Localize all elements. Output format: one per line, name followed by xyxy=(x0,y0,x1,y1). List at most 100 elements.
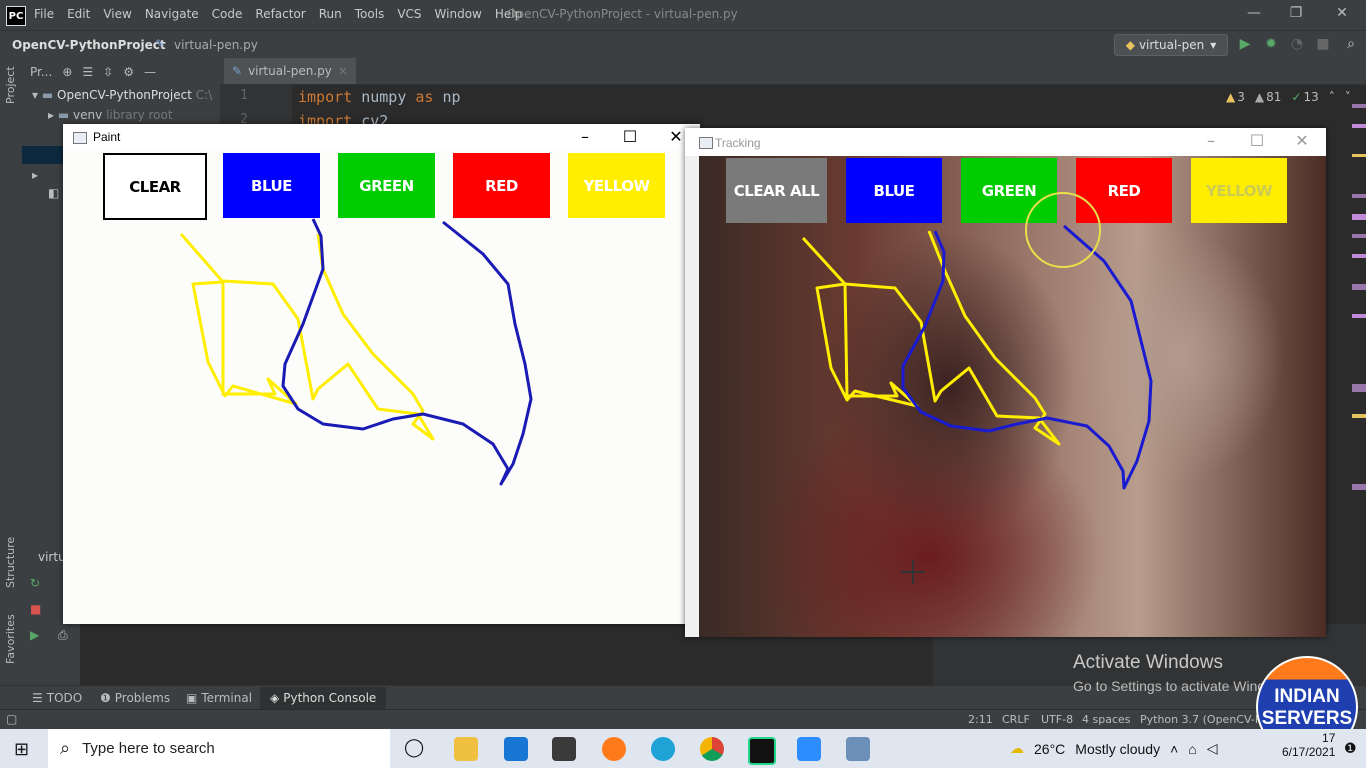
code-line[interactable]: import numpy as np xyxy=(298,88,461,106)
network-icon[interactable]: ⌂ xyxy=(1188,741,1196,757)
line-separator[interactable]: CRLF xyxy=(1002,713,1030,726)
run-configuration-select[interactable]: ◆ virtual-pen ▾ xyxy=(1114,34,1228,56)
windows-start-icon[interactable]: ⊞ xyxy=(14,739,29,760)
python-console-tab[interactable]: ◈ Python Console xyxy=(260,687,387,709)
menu-run[interactable]: Run xyxy=(319,7,342,21)
breadcrumb-file[interactable]: virtual-pen.py xyxy=(174,38,258,52)
favorites-tool-tab[interactable]: Favorites xyxy=(4,614,17,664)
clock[interactable]: 17 6/17/2021 xyxy=(1282,731,1335,759)
search-everywhere-icon[interactable]: ⌕ xyxy=(1342,36,1360,54)
run-icon[interactable]: ▶ xyxy=(1236,36,1254,54)
menu-edit[interactable]: Edit xyxy=(67,7,90,21)
typo-count: 13 xyxy=(1303,90,1319,104)
menu-code[interactable]: Code xyxy=(212,7,243,21)
chevron-up-icon[interactable]: ˄ xyxy=(1170,741,1178,757)
maximize-icon[interactable]: ☐ xyxy=(1237,130,1277,152)
paint-window: Paint – ☐ ✕ CLEAR BLUE GREEN RED YELLOW xyxy=(63,124,700,624)
pycharm-taskbar-icon[interactable] xyxy=(748,737,776,765)
caret-position[interactable]: 2:11 xyxy=(968,713,993,726)
volume-icon[interactable]: ◁ xyxy=(1207,740,1218,757)
settings-gear-icon[interactable]: ⚙ xyxy=(123,65,134,79)
print-icon[interactable]: ⎙ xyxy=(58,628,68,643)
tree-item-venv[interactable]: ▸ ▬ venv library root xyxy=(48,108,173,122)
minimize-icon[interactable]: — xyxy=(1244,5,1264,25)
chevron-down-icon: ▾ xyxy=(32,88,39,102)
taskbar-search[interactable]: ⌕ Type here to search xyxy=(48,729,390,768)
code-token: import xyxy=(298,88,353,106)
window-app-icon xyxy=(699,137,713,149)
minimize-icon[interactable]: – xyxy=(1191,130,1231,152)
weak-warning-count: 81 xyxy=(1266,90,1282,104)
file-explorer-icon[interactable] xyxy=(454,737,478,761)
tree-item-project-root[interactable]: ▾ ▬ OpenCV-PythonProject C:\ xyxy=(32,88,212,102)
notifications-icon[interactable]: ❶ xyxy=(1344,741,1357,757)
rerun-icon[interactable]: ↻ xyxy=(30,576,40,590)
tracking-title: Tracking xyxy=(715,136,761,150)
menu-tools[interactable]: Tools xyxy=(355,7,385,21)
file-encoding[interactable]: UTF-8 xyxy=(1041,713,1073,726)
store-icon[interactable] xyxy=(552,737,576,761)
problems-tab[interactable]: ❶ Problems xyxy=(100,691,170,705)
tracking-overlay xyxy=(801,192,1153,584)
close-icon[interactable]: ✕ xyxy=(1332,5,1352,25)
console-tab[interactable]: virtu xyxy=(38,550,66,564)
paint-canvas[interactable] xyxy=(63,124,700,624)
python-interpreter[interactable]: Python 3.7 (OpenCV-P xyxy=(1140,713,1261,726)
hide-icon[interactable]: — xyxy=(144,65,156,79)
tab-label: Python Console xyxy=(283,691,377,705)
run-icon[interactable]: ▶ xyxy=(30,628,39,642)
clock-date: 6/17/2021 xyxy=(1282,745,1336,759)
structure-tool-tab[interactable]: Structure xyxy=(4,537,17,588)
edge-icon[interactable] xyxy=(651,737,675,761)
pen-tracker-ring xyxy=(1025,192,1101,268)
project-view-select[interactable]: Pr... xyxy=(30,65,52,79)
crosshair-cursor-icon xyxy=(901,560,925,584)
weather-text[interactable]: Mostly cloudy xyxy=(1075,741,1160,757)
todo-tab[interactable]: ☰ TODO xyxy=(32,691,82,705)
layout-icon[interactable]: ▢ xyxy=(6,712,17,726)
debug-icon[interactable]: ✹ xyxy=(1262,36,1280,54)
weather-icon[interactable]: ☁ xyxy=(1010,740,1024,757)
tree-item-external[interactable]: ▸ xyxy=(32,168,38,182)
tab-virtual-pen[interactable]: ✎ virtual-pen.py × xyxy=(224,58,356,84)
inspection-widget[interactable]: ▲ 3 ▲ 81 ✓ 13 ˄ ˅ xyxy=(1226,90,1351,104)
coverage-icon[interactable]: ◔ xyxy=(1288,36,1306,54)
menu-navigate[interactable]: Navigate xyxy=(145,7,199,21)
search-placeholder: Type here to search xyxy=(82,740,215,757)
target-icon[interactable]: ⊕ xyxy=(62,65,72,79)
error-stripe[interactable] xyxy=(1350,84,1366,524)
menu-refactor[interactable]: Refactor xyxy=(255,7,305,21)
chevron-up-icon[interactable]: ˄ xyxy=(1329,90,1335,104)
logo-line: SERVERS xyxy=(1261,708,1353,729)
close-icon[interactable]: ✕ xyxy=(1282,130,1322,152)
tree-item-scratches[interactable]: ◧ xyxy=(48,186,59,200)
stop-icon[interactable]: ■ xyxy=(30,602,41,616)
breadcrumb-project[interactable]: OpenCV-PythonProject xyxy=(12,38,166,52)
weather-temp[interactable]: 26°C xyxy=(1034,741,1065,757)
menu-window[interactable]: Window xyxy=(435,7,482,21)
terminal-icon: ▣ xyxy=(186,691,198,705)
expand-icon[interactable]: ⇳ xyxy=(103,65,113,79)
clock-time: 17 xyxy=(1322,731,1336,745)
python-app-icon[interactable] xyxy=(846,737,870,761)
mail-icon[interactable] xyxy=(504,737,528,761)
task-view-icon[interactable]: ◯ xyxy=(404,737,424,758)
menu-file[interactable]: File xyxy=(34,7,54,21)
restore-icon[interactable]: ❐ xyxy=(1286,5,1306,25)
chevron-right-icon: ▸ xyxy=(48,108,55,122)
navigation-bar: OpenCV-PythonProject ✎ virtual-pen.py ◆ … xyxy=(0,30,1366,60)
menu-view[interactable]: View xyxy=(103,7,131,21)
window-title: OpenCV-PythonProject - virtual-pen.py xyxy=(507,7,738,21)
terminal-tab[interactable]: ▣ Terminal xyxy=(186,691,252,705)
stop-icon[interactable]: ■ xyxy=(1314,36,1332,54)
close-tab-icon[interactable]: × xyxy=(338,64,348,78)
menu-vcs[interactable]: VCS xyxy=(397,7,421,21)
yellow-stroke xyxy=(801,230,1061,446)
indent-setting[interactable]: 4 spaces xyxy=(1082,713,1131,726)
firefox-icon[interactable] xyxy=(602,737,626,761)
status-bar: ▢ 2:11 CRLF UTF-8 4 spaces Python 3.7 (O… xyxy=(0,709,1366,730)
collapse-all-icon[interactable]: ☰ xyxy=(82,65,93,79)
chrome-icon[interactable] xyxy=(700,737,724,761)
zoom-icon[interactable] xyxy=(797,737,821,761)
project-tool-tab[interactable]: Project xyxy=(4,66,17,104)
